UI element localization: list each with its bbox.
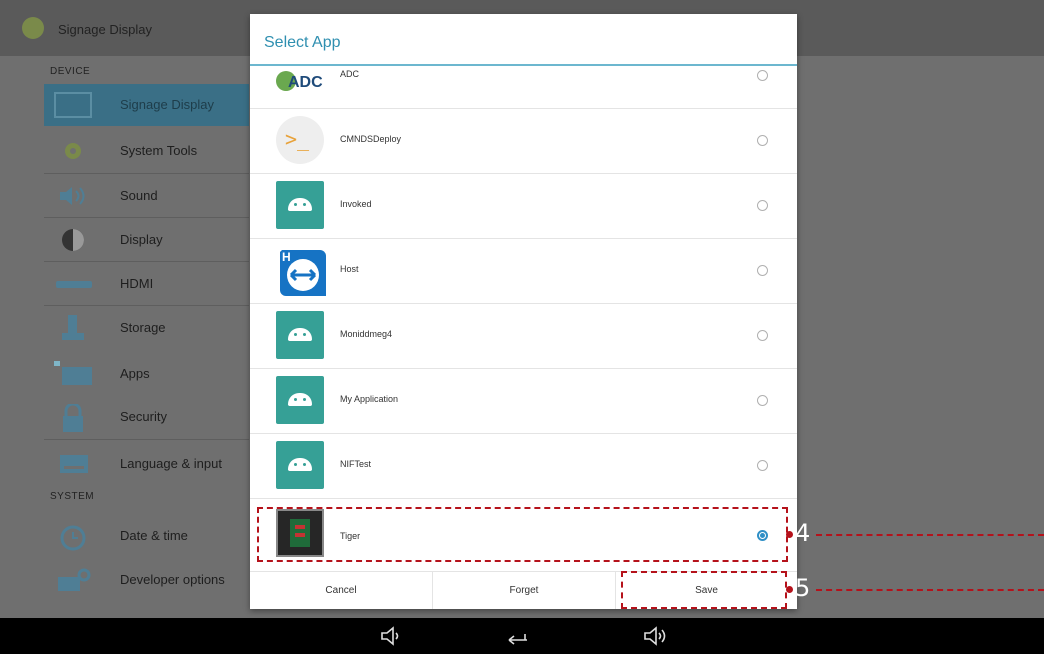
volume-up-icon[interactable]: [643, 626, 669, 651]
app-radio[interactable]: [757, 265, 768, 276]
app-row-niftest[interactable]: NIFTest: [250, 434, 797, 499]
sidebar-item-storage[interactable]: Storage: [44, 307, 249, 349]
android-icon: [276, 311, 324, 359]
speaker-icon: [54, 183, 92, 209]
monitor-icon: [54, 92, 92, 118]
app-name: NIFTest: [340, 459, 372, 469]
app-row-my-application[interactable]: My Application: [250, 369, 797, 434]
hdmi-icon: [54, 271, 92, 297]
app-row-host[interactable]: H Host: [250, 239, 797, 304]
navigation-bar: [0, 618, 1044, 654]
app-row-invoked[interactable]: Invoked: [250, 174, 797, 239]
sidebar-item-label: Sound: [120, 188, 158, 203]
sidebar-item-signage-display[interactable]: Signage Display: [44, 84, 249, 126]
sidebar-item-label: Display: [120, 232, 163, 247]
sidebar-item-sound[interactable]: Sound: [44, 175, 249, 217]
sidebar-item-label: Date & time: [120, 528, 188, 543]
section-system: SYSTEM: [50, 491, 95, 502]
annotation-leader-5: [816, 589, 1044, 591]
app-radio[interactable]: [757, 200, 768, 211]
svg-text:H: H: [282, 250, 291, 264]
app-title: Signage Display: [58, 22, 152, 37]
sidebar-item-system-tools[interactable]: System Tools: [44, 130, 249, 172]
app-name: Invoked: [340, 199, 372, 209]
app-radio[interactable]: [757, 70, 768, 81]
sidebar-item-label: Apps: [120, 366, 150, 381]
app-name: ADC: [340, 69, 360, 79]
app-row-moniddmeg4[interactable]: Moniddmeg4: [250, 304, 797, 369]
annotation-dot: [786, 586, 793, 593]
android-icon: [276, 181, 324, 229]
app-radio[interactable]: [757, 330, 768, 341]
apps-icon: [54, 361, 92, 387]
annotation-box-save: [621, 571, 787, 609]
annotation-leader-4: [816, 534, 1044, 536]
divider: [44, 217, 249, 218]
sidebar-item-label: Security: [120, 409, 167, 424]
back-icon[interactable]: [505, 626, 529, 651]
storage-icon: [54, 315, 92, 341]
android-icon: [276, 376, 324, 424]
settings-gear-icon: [22, 17, 44, 39]
forget-button[interactable]: Forget: [433, 572, 615, 609]
sidebar-item-label: Language & input: [120, 456, 222, 471]
sidebar-item-hdmi[interactable]: HDMI: [44, 263, 249, 305]
svg-text:ADC: ADC: [288, 74, 323, 91]
volume-down-icon[interactable]: [380, 626, 402, 651]
sidebar-item-label: System Tools: [120, 143, 198, 158]
divider: [44, 261, 249, 262]
app-row-cmndsdeploy[interactable]: >_ CMNDSDeploy: [250, 109, 797, 174]
sidebar-item-security[interactable]: Security: [44, 396, 249, 438]
annotation-box-tiger: [257, 507, 788, 562]
lock-icon: [54, 402, 92, 432]
app-name: CMNDSDeploy: [340, 134, 402, 144]
annotation-number-5: 5: [795, 574, 811, 602]
sidebar-item-display[interactable]: Display: [44, 219, 249, 261]
android-icon: [276, 441, 324, 489]
divider: [44, 305, 249, 306]
app-radio[interactable]: [757, 135, 768, 146]
cancel-button[interactable]: Cancel: [250, 572, 432, 609]
contrast-icon: [54, 227, 92, 253]
terminal-icon: >_: [276, 116, 324, 164]
sidebar-item-date-time[interactable]: Date & time: [44, 515, 249, 557]
app-name: Host: [340, 264, 359, 274]
divider: [44, 173, 249, 174]
dialog-title: Select App: [264, 34, 341, 51]
teamviewer-icon: H: [276, 246, 326, 296]
clock-icon: [54, 523, 92, 551]
sidebar-item-label: Signage Display: [120, 97, 214, 112]
gear-icon: [54, 138, 92, 164]
app-name: Moniddmeg4: [340, 329, 393, 339]
sidebar-item-language[interactable]: Language & input: [44, 443, 249, 485]
sidebar-item-label: Storage: [120, 320, 166, 335]
developer-icon: [54, 567, 92, 593]
app-radio[interactable]: [757, 395, 768, 406]
sidebar-item-label: HDMI: [120, 276, 154, 291]
sidebar-item-developer[interactable]: Developer options: [44, 559, 249, 601]
annotation-number-4: 4: [795, 519, 811, 547]
svg-text:>_: >_: [285, 127, 310, 151]
sidebar-item-apps[interactable]: Apps: [44, 353, 249, 395]
app-row-adc[interactable]: ADC ADC: [250, 66, 797, 109]
divider: [44, 439, 249, 440]
adc-icon: ADC: [276, 66, 324, 99]
keyboard-icon: [54, 451, 92, 477]
app-radio[interactable]: [757, 460, 768, 471]
annotation-dot: [786, 531, 793, 538]
section-device: DEVICE: [50, 66, 91, 77]
sidebar-item-label: Developer options: [120, 572, 225, 587]
app-list[interactable]: ADC ADC >_ CMNDSDeploy Invoked H Host Mo…: [250, 66, 797, 571]
app-name: My Application: [340, 394, 399, 404]
